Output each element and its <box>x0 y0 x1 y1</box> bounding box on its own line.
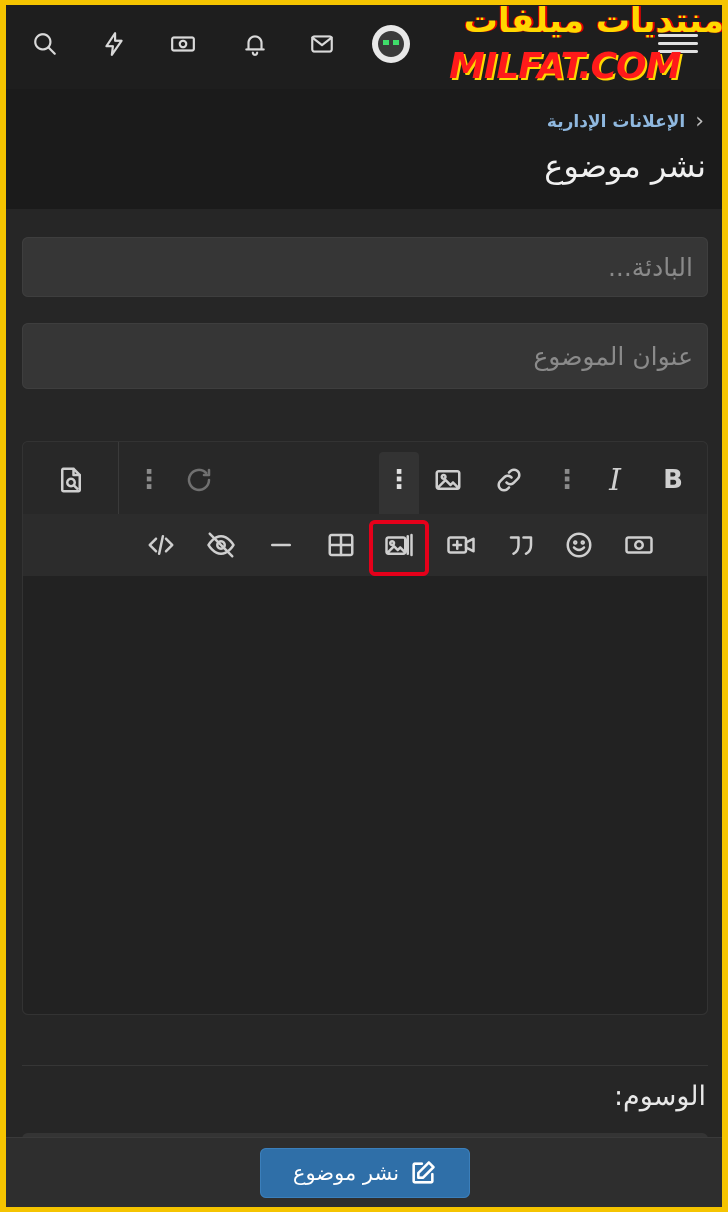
more-options-icon[interactable]: ⋮ <box>547 460 587 500</box>
bold-button[interactable]: B <box>653 460 693 500</box>
avatar[interactable] <box>372 25 410 63</box>
highlight-box <box>369 520 429 576</box>
table-icon[interactable] <box>321 525 361 565</box>
edit-icon <box>412 1161 435 1184</box>
thread-title-input[interactable]: عنوان الموضوع <box>22 323 708 389</box>
form-footer: نشر موضوع <box>6 1137 722 1207</box>
chevron-left-icon: ‹ <box>695 109 704 134</box>
page-title: نشر موضوع <box>544 147 706 185</box>
italic-button[interactable]: I <box>595 460 635 500</box>
quote-icon[interactable] <box>501 525 541 565</box>
watermark-arabic: منتديات ميلفات <box>463 5 722 41</box>
link-icon[interactable] <box>489 460 529 500</box>
watermark-latin: MILFAT.COM <box>449 46 682 87</box>
money-icon[interactable] <box>166 27 200 61</box>
image-icon[interactable] <box>428 460 468 500</box>
toolbar-separator <box>118 442 119 514</box>
more-options-icon[interactable]: ⋮ <box>129 460 169 500</box>
mail-icon[interactable] <box>305 27 339 61</box>
code-icon[interactable] <box>141 525 181 565</box>
editor-toolbar-primary: ⋮ ⋮ ⋮ I B <box>23 442 707 514</box>
post-thread-button[interactable]: نشر موضوع <box>260 1148 470 1198</box>
preview-icon[interactable] <box>51 460 91 500</box>
avatar-image <box>378 31 404 57</box>
top-navbar: منتديات ميلفات MILFAT.COM <box>6 5 722 89</box>
bell-icon[interactable] <box>238 27 272 61</box>
hide-icon[interactable] <box>201 525 241 565</box>
horizontal-rule-icon[interactable] <box>261 525 301 565</box>
video-icon[interactable] <box>441 525 481 565</box>
page-header: ‹ الإعلانات الإدارية نشر موضوع <box>6 89 722 209</box>
more-options-icon[interactable]: ⋮ <box>379 460 419 500</box>
search-icon[interactable] <box>28 27 62 61</box>
breadcrumb-link[interactable]: الإعلانات الإدارية <box>547 112 685 132</box>
money-icon[interactable] <box>619 525 659 565</box>
editor-toolbar-secondary <box>23 514 707 576</box>
prefix-select[interactable]: البادئة... <box>22 237 708 297</box>
divider <box>22 1065 708 1066</box>
breadcrumb[interactable]: ‹ الإعلانات الإدارية <box>547 109 704 134</box>
post-thread-label: نشر موضوع <box>292 1161 400 1185</box>
rich-text-editor: ⋮ ⋮ ⋮ I B <box>22 441 708 1015</box>
redo-icon[interactable] <box>179 460 219 500</box>
bolt-icon[interactable] <box>97 27 131 61</box>
tags-label: الوسوم: <box>613 1081 706 1112</box>
app-frame: منتديات ميلفات MILFAT.COM ‹ الإعلانات ال… <box>6 5 722 1207</box>
smiley-icon[interactable] <box>559 525 599 565</box>
